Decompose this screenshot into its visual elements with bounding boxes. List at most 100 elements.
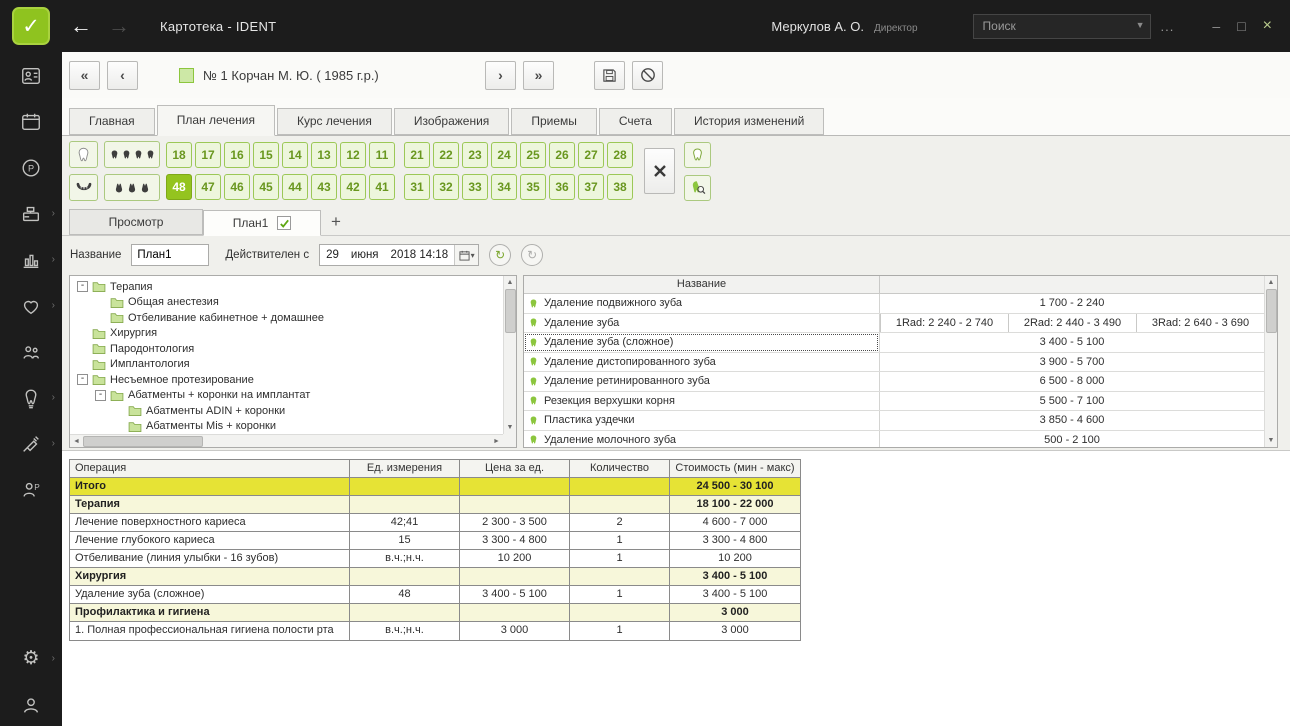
tree-item[interactable]: Хирургия — [70, 326, 503, 342]
tooth-number-button[interactable]: 25 — [520, 142, 546, 168]
lower-jaw-button[interactable] — [69, 174, 98, 201]
tree-expander-icon[interactable]: - — [77, 374, 88, 386]
tooth-number-button[interactable]: 21 — [404, 142, 430, 168]
tooth-number-button[interactable]: 11 — [369, 142, 395, 168]
tooth-number-button[interactable]: 12 — [340, 142, 366, 168]
tree-item[interactable]: - Абатменты + коронки на имплантат — [70, 388, 503, 404]
price-row[interactable]: Удаление молочного зуба 500 - 2 100 — [524, 430, 1264, 447]
tooth-number-button[interactable]: 32 — [433, 174, 459, 200]
table-row[interactable]: Лечение поверхностного кариеса 42;41 2 3… — [70, 514, 800, 532]
sidebar-item-patient-card[interactable] — [7, 64, 55, 87]
price-row[interactable]: Удаление зуба (сложное) 3 400 - 5 100 — [524, 333, 1264, 353]
scrollbar-thumb[interactable] — [504, 289, 516, 333]
maximize-button[interactable]: □ — [1237, 18, 1245, 34]
patient-prev-button[interactable]: ‹ — [107, 60, 138, 90]
minimize-button[interactable]: – — [1212, 18, 1220, 34]
tooth-number-button[interactable]: 47 — [195, 174, 221, 200]
price-vertical-scrollbar[interactable]: ▲ ▼ — [1264, 276, 1277, 447]
tooth-number-button[interactable]: 43 — [311, 174, 337, 200]
tree-item[interactable]: Абатменты ADIN + коронки — [70, 403, 503, 419]
history-plan-button[interactable]: ↻ — [521, 244, 544, 266]
sidebar-item-staff[interactable] — [7, 340, 55, 363]
scroll-down-icon[interactable]: ▼ — [504, 421, 517, 434]
tooth-number-button[interactable]: 33 — [462, 174, 488, 200]
tooth-number-button[interactable]: 16 — [224, 142, 250, 168]
tooth-search-button[interactable] — [684, 174, 711, 201]
tree-item[interactable]: Имплантология — [70, 357, 503, 373]
current-patient[interactable]: № 1 Корчан М. Ю. ( 1985 г.р.) — [179, 67, 444, 83]
tree-expander-icon[interactable]: - — [77, 281, 88, 293]
price-row[interactable]: Удаление ретинированного зуба 6 500 - 8 … — [524, 372, 1264, 392]
date-time[interactable]: 2018 14:18 — [385, 249, 455, 261]
tree-item[interactable]: - Терапия — [70, 279, 503, 295]
search-box[interactable]: ▼ — [972, 13, 1151, 39]
tree-item[interactable]: - Несъемное протезирование — [70, 372, 503, 388]
scrollbar-thumb[interactable] — [83, 435, 203, 447]
tooth-number-button[interactable]: 41 — [369, 174, 395, 200]
scroll-down-icon[interactable]: ▼ — [1265, 434, 1278, 447]
tree-horizontal-scrollbar[interactable]: ◄ ► — [70, 434, 503, 447]
more-button[interactable]: ... — [1161, 19, 1175, 34]
lower-teeth-group-button[interactable] — [104, 174, 160, 201]
table-row[interactable]: 1. Полная профессиональная гигиена полос… — [70, 622, 800, 640]
main-tab[interactable]: Главная — [69, 108, 155, 135]
tree-item[interactable]: Пародонтология — [70, 341, 503, 357]
main-tab[interactable]: План лечения — [156, 105, 275, 136]
block-button[interactable] — [632, 60, 663, 90]
tooth-number-button[interactable]: 13 — [311, 142, 337, 168]
scroll-up-icon[interactable]: ▲ — [1265, 276, 1278, 289]
clear-tooth-selection-button[interactable] — [644, 148, 675, 194]
tree-item[interactable]: Абатменты Mis + коронки — [70, 419, 503, 435]
back-button[interactable]: ← — [62, 11, 100, 41]
tree-vertical-scrollbar[interactable]: ▲ ▼ — [503, 276, 516, 434]
sidebar-item-calendar[interactable] — [7, 110, 55, 133]
scroll-up-icon[interactable]: ▲ — [504, 276, 517, 289]
tooth-number-button[interactable]: 24 — [491, 142, 517, 168]
table-row[interactable]: Профилактика и гигиена 3 000 — [70, 604, 800, 622]
tooth-number-button[interactable]: 15 — [253, 142, 279, 168]
table-row[interactable]: Терапия 18 100 - 22 000 — [70, 496, 800, 514]
tooth-number-button[interactable]: 37 — [578, 174, 604, 200]
sidebar-item-treatment[interactable]: › — [7, 294, 55, 317]
tooth-number-button[interactable]: 42 — [340, 174, 366, 200]
tooth-number-button[interactable]: 26 — [549, 142, 575, 168]
plan-visible-checkbox[interactable] — [277, 216, 292, 230]
search-input[interactable] — [972, 13, 1151, 39]
table-row[interactable]: Хирургия 3 400 - 5 100 — [70, 568, 800, 586]
sidebar-item-cash-register[interactable]: › — [7, 202, 55, 225]
patient-last-button[interactable]: » — [523, 60, 554, 90]
tooth-status-button[interactable] — [684, 141, 711, 168]
date-month[interactable]: июня — [345, 249, 385, 261]
forward-button[interactable]: → — [100, 11, 138, 41]
sidebar-item-assistant[interactable]: P — [7, 478, 55, 501]
date-day[interactable]: 29 — [320, 249, 345, 261]
tab-view[interactable]: Просмотр — [69, 209, 203, 235]
tooth-number-button[interactable]: 36 — [549, 174, 575, 200]
tooth-number-button[interactable]: 17 — [195, 142, 221, 168]
main-tab[interactable]: Изображения — [393, 108, 510, 135]
sidebar-item-implants[interactable]: › — [7, 386, 55, 409]
price-row[interactable]: Удаление дистопированного зуба 3 900 - 5… — [524, 352, 1264, 372]
tooth-number-button[interactable]: 34 — [491, 174, 517, 200]
patient-first-button[interactable]: « — [69, 60, 100, 90]
refresh-plan-button[interactable]: ↻ — [489, 244, 512, 266]
plan-name-input[interactable] — [131, 244, 210, 266]
tree-expander-icon[interactable]: - — [95, 389, 106, 401]
upper-jaw-button[interactable] — [69, 141, 98, 168]
tooth-number-button[interactable]: 44 — [282, 174, 308, 200]
main-tab[interactable]: Приемы — [511, 108, 597, 135]
scrollbar-thumb[interactable] — [1265, 289, 1277, 333]
sidebar-item-phone-calls[interactable]: P — [7, 156, 55, 179]
tree-item[interactable]: Общая анестезия — [70, 295, 503, 311]
sidebar-item-settings[interactable]: ⚙ › — [7, 647, 55, 670]
patient-next-button[interactable]: › — [485, 60, 516, 90]
tooth-number-button[interactable]: 35 — [520, 174, 546, 200]
main-tab[interactable]: Курс лечения — [276, 108, 392, 135]
tooth-number-button[interactable]: 22 — [433, 142, 459, 168]
add-plan-button[interactable]: + — [331, 212, 341, 232]
close-button[interactable]: × — [1263, 18, 1272, 34]
tooth-number-button[interactable]: 23 — [462, 142, 488, 168]
table-row[interactable]: Итого 24 500 - 30 100 — [70, 478, 800, 496]
tooth-number-button[interactable]: 46 — [224, 174, 250, 200]
calendar-dropdown-button[interactable]: ▾ — [454, 245, 479, 265]
